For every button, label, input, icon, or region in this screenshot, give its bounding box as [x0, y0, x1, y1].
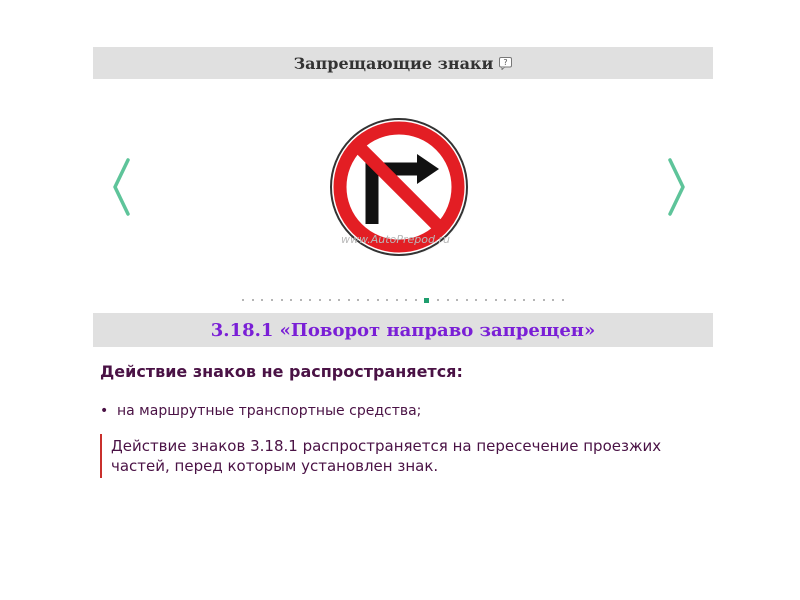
carousel-dot[interactable]	[437, 299, 440, 301]
svg-text:?: ?	[504, 58, 508, 67]
watermark: www.AutoPrepod.ru	[341, 233, 450, 246]
carousel-dot[interactable]	[414, 299, 417, 301]
carousel-dot[interactable]	[328, 299, 331, 301]
carousel-dot[interactable]	[475, 299, 478, 301]
sign-title-bar: 3.18.1 «Поворот направо запрещен»	[93, 313, 713, 347]
carousel-dot[interactable]	[347, 299, 350, 301]
carousel-dot[interactable]	[338, 299, 341, 301]
carousel-dot[interactable]	[533, 299, 536, 301]
carousel-dot[interactable]	[561, 299, 564, 301]
carousel-dot[interactable]	[446, 299, 449, 301]
section-heading: Действие знаков не распространяется:	[100, 362, 463, 381]
carousel-dot[interactable]	[318, 299, 321, 301]
sign-description: Действие знаков не распространяется: на …	[100, 362, 710, 478]
carousel-dot[interactable]	[552, 299, 555, 301]
next-arrow-icon[interactable]	[665, 158, 687, 220]
carousel-dot[interactable]	[366, 299, 369, 301]
carousel-dot[interactable]	[465, 299, 468, 301]
note: Действие знаков 3.18.1 распространяется …	[100, 434, 710, 478]
exceptions-list: на маршрутные транспортные средства;	[100, 403, 710, 419]
carousel-dot[interactable]	[386, 299, 389, 301]
sign-title: 3.18.1 «Поворот направо запрещен»	[210, 319, 596, 341]
carousel-dot[interactable]	[542, 299, 545, 301]
carousel-dot[interactable]	[299, 299, 302, 301]
list-item: на маршрутные транспортные средства;	[100, 403, 710, 419]
sign-carousel: www.AutoPrepod.ru	[93, 100, 713, 270]
carousel-dot[interactable]	[290, 299, 293, 301]
carousel-dot[interactable]	[251, 299, 254, 301]
carousel-dot[interactable]	[485, 299, 488, 301]
help-icon[interactable]: ?	[499, 56, 513, 70]
carousel-dot-active[interactable]	[424, 297, 430, 303]
carousel-dot[interactable]	[513, 299, 516, 301]
carousel-dot[interactable]	[270, 299, 273, 301]
carousel-dot[interactable]	[280, 299, 283, 301]
carousel-dot[interactable]	[357, 299, 360, 301]
carousel-dot[interactable]	[405, 299, 408, 301]
previous-arrow-icon[interactable]	[111, 158, 133, 220]
carousel-dot[interactable]	[523, 299, 526, 301]
carousel-dot[interactable]	[504, 299, 507, 301]
category-title: Запрещающие знаки	[293, 53, 494, 73]
carousel-dot[interactable]	[395, 299, 398, 301]
carousel-dot[interactable]	[242, 299, 245, 301]
carousel-dot[interactable]	[376, 299, 379, 301]
carousel-dot[interactable]	[494, 299, 497, 301]
category-header: Запрещающие знаки ?	[93, 47, 713, 79]
carousel-dot[interactable]	[261, 299, 264, 301]
carousel-dot[interactable]	[456, 299, 459, 301]
carousel-dot[interactable]	[309, 299, 312, 301]
carousel-pagination	[93, 292, 713, 308]
